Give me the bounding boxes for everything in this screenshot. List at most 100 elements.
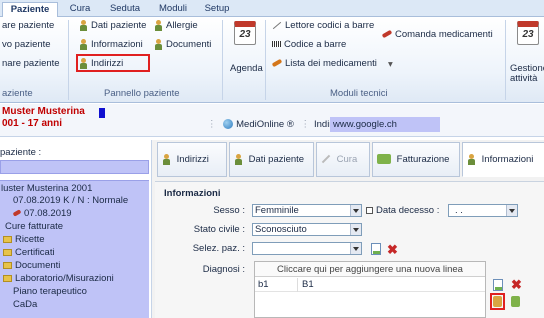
ribbon-separator [222, 20, 223, 100]
ribbon-separator [265, 20, 266, 100]
ribbon-group-label-pannello: Pannello paziente [104, 88, 180, 99]
agenda-button[interactable]: Agenda [230, 63, 263, 74]
ribbon-separator [505, 20, 506, 100]
tree-item-cure[interactable]: Cure fatturate [5, 221, 63, 232]
diagnosi-grid: Cliccare qui per aggiungere una nuova li… [254, 261, 486, 318]
tab-indirizzi[interactable]: Indirizzi [157, 142, 227, 177]
tree-item-certificati[interactable]: Certificati [3, 247, 55, 258]
patient-tree: luster Musterina 2001 07.08.2019 K / N :… [0, 180, 149, 318]
ribbon: are paziente vo paziente nare paziente a… [0, 17, 544, 103]
pill-icon [271, 59, 283, 68]
chevron-down-icon [350, 243, 361, 254]
ribbon-group-label-tecnici: Moduli tecnici [330, 88, 388, 99]
person-icon [154, 39, 163, 50]
tree-item-ricette[interactable]: Ricette [3, 234, 45, 245]
ribbon-nuovo-paziente[interactable]: vo paziente [2, 39, 51, 50]
patient-search-input[interactable] [0, 160, 149, 174]
stato-civile-select[interactable]: Sconosciuto [252, 223, 362, 236]
tab-paziente[interactable]: Paziente [2, 2, 58, 17]
lista-medicamenti-button[interactable]: Lista dei medicamenti [271, 58, 377, 69]
dati-paziente-button[interactable]: Dati paziente [79, 20, 146, 31]
ribbon-separator [68, 20, 69, 100]
decesso-checkbox[interactable] [366, 206, 373, 214]
grid-cell-value: B1 [302, 279, 314, 290]
codice-barre-button[interactable]: Codice a barre [272, 39, 346, 50]
tree-item-cada[interactable]: CaDa [13, 299, 37, 310]
tab-cura[interactable]: Cura [60, 2, 100, 17]
ribbon-group-label-paziente: aziente [2, 88, 33, 99]
folder-icon [3, 274, 12, 282]
address-input[interactable]: www.google.ch [330, 117, 440, 132]
chevron-down-icon [350, 224, 361, 235]
document-icon[interactable] [493, 279, 503, 291]
sesso-label: Sesso : [213, 205, 245, 216]
person-add-icon[interactable] [493, 296, 502, 307]
status-marker [99, 108, 105, 118]
tree-item-laboratorio[interactable]: Laboratorio/Misurazioni [3, 273, 114, 284]
comanda-medicamenti-button[interactable]: Comanda medicamenti [381, 29, 493, 40]
selez-paz-select[interactable] [252, 242, 362, 255]
grid-add-row[interactable]: Cliccare qui per aggiungere una nuova li… [255, 262, 485, 277]
document-icon[interactable] [371, 243, 381, 255]
lettore-codici-button[interactable]: Lettore codici a barre [272, 20, 374, 31]
billing-icon [377, 154, 391, 165]
tab-cura[interactable]: Cura [316, 142, 370, 177]
documenti-button[interactable]: Documenti [154, 39, 211, 50]
calendar-icon[interactable]: 23 [517, 21, 539, 45]
chevron-down-icon [506, 205, 517, 216]
grid-cell-code: b1 [258, 279, 269, 290]
folder-icon [3, 248, 12, 256]
calendar-icon[interactable]: 23 [234, 21, 256, 45]
folder-icon [3, 261, 12, 269]
tab-moduli[interactable]: Moduli [150, 2, 196, 17]
tab-setup[interactable]: Setup [198, 2, 236, 17]
person-icon [154, 20, 163, 31]
close-icon[interactable]: ✖ [511, 278, 522, 291]
tree-item-documenti[interactable]: Documenti [3, 260, 60, 271]
tab-fatturazione[interactable]: Fatturazione [372, 142, 460, 177]
diagnosi-label: Diagnosi : [202, 264, 245, 275]
chevron-down-icon[interactable]: ▾ [388, 59, 393, 70]
folder-icon [3, 235, 12, 243]
person-edit-icon[interactable] [511, 296, 520, 307]
decesso-label: Data decesso : [366, 205, 439, 216]
person-icon [162, 153, 171, 165]
pill-icon [12, 209, 22, 218]
person-icon [79, 58, 88, 69]
chevron-down-icon [350, 205, 361, 216]
barcode-icon [272, 41, 281, 48]
attivita-label[interactable]: attività [510, 73, 537, 84]
tab-informazioni[interactable]: Informazioni [462, 142, 544, 177]
person-icon [79, 20, 88, 31]
person-icon [467, 153, 476, 165]
tree-item-piano[interactable]: Piano terapeutico [13, 286, 87, 297]
sesso-select[interactable]: Femminile [252, 204, 362, 217]
close-icon[interactable]: ✖ [387, 243, 398, 256]
patient-panel-header: paziente : [0, 147, 42, 158]
medionline-button[interactable]: MediOnline ® [236, 119, 294, 130]
patient-bar: Muster Musterina 001 - 17 anni ⋮ MediOnl… [0, 104, 544, 137]
indirizzi-button[interactable]: Indirizzi [79, 58, 123, 69]
section-title: Informazioni [164, 188, 221, 199]
informazioni-button[interactable]: Informazioni [79, 39, 143, 50]
table-row[interactable]: b1 B1 [255, 278, 485, 292]
tree-item-patient[interactable]: luster Musterina 2001 [1, 183, 92, 194]
tab-seduta[interactable]: Seduta [102, 2, 148, 17]
selez-paz-label: Selez. paz. : [192, 243, 245, 254]
decesso-date-input[interactable]: . . [448, 204, 518, 217]
globe-icon [223, 119, 234, 130]
ribbon-rinominare-paziente[interactable]: nare paziente [2, 58, 60, 69]
barcode-reader-icon [272, 21, 282, 30]
person-icon [79, 39, 88, 50]
ribbon-tab-bar: Paziente Cura Seduta Moduli Setup [0, 0, 544, 17]
tree-item-visit-date[interactable]: 07.08.2019 [12, 208, 72, 219]
stato-civile-label: Stato civile : [193, 224, 245, 235]
tab-dati-paziente[interactable]: Dati paziente [229, 142, 314, 177]
tree-item-visit[interactable]: 07.08.2019 K / N : Normale [13, 195, 128, 206]
allergie-button[interactable]: Allergie [154, 20, 198, 31]
ribbon-cerca-paziente[interactable]: are paziente [2, 20, 54, 31]
patient-name: Muster Musterina 001 - 17 anni [2, 106, 85, 129]
pill-icon [381, 30, 393, 39]
syringe-icon [321, 155, 331, 164]
person-icon [234, 153, 243, 165]
